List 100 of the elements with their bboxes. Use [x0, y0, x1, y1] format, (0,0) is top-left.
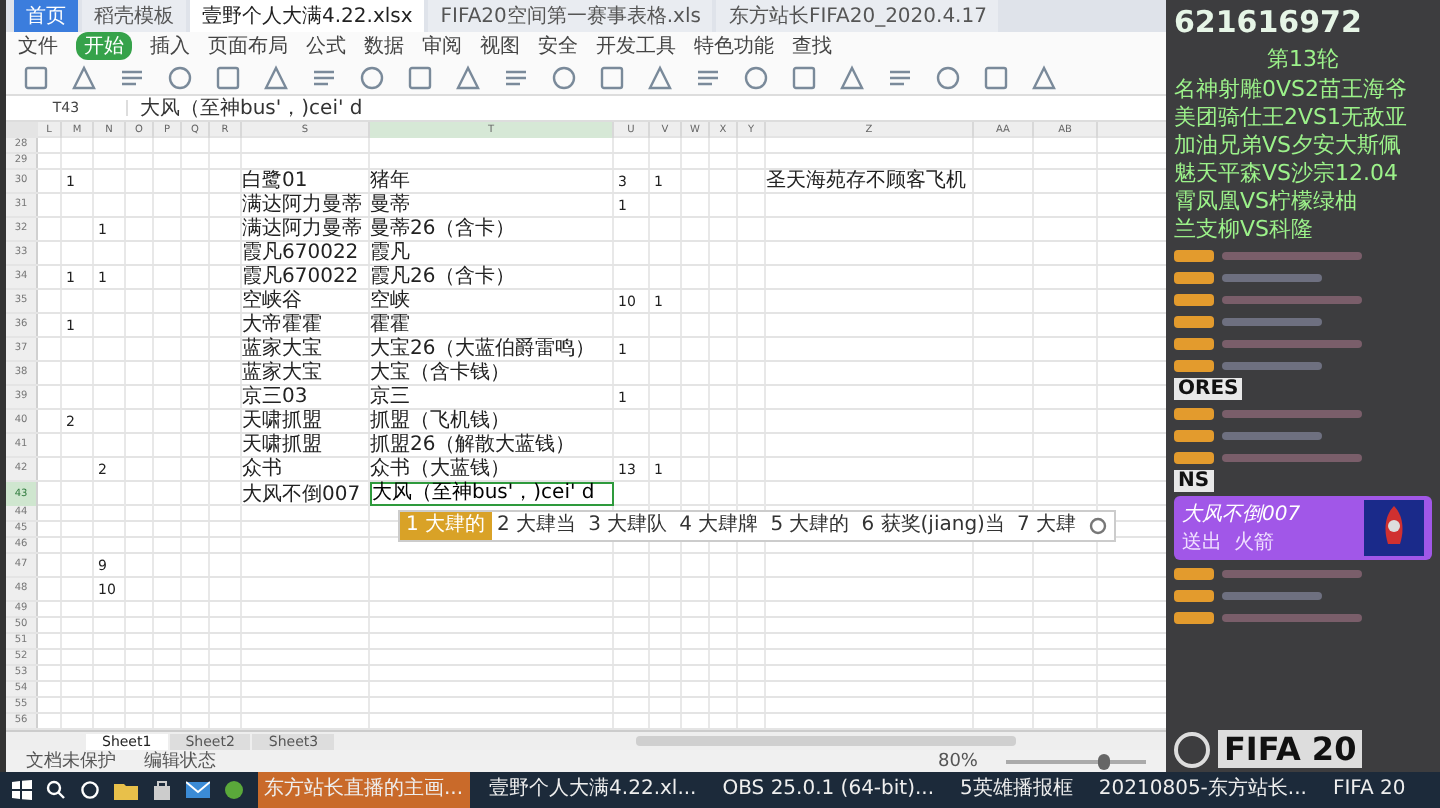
gift-user: 大风不倒007: [1182, 501, 1301, 528]
candidate-option[interactable]: 3 大肆队: [582, 512, 674, 541]
candidate-option[interactable]: 4 大肆牌: [673, 512, 765, 541]
table-cell: 蓝家大宝: [242, 338, 322, 361]
document-tab[interactable]: 壹野个人大满4.22.xlsx: [190, 0, 425, 32]
chat-message-bar: [1222, 295, 1362, 303]
circle-icon: [80, 780, 100, 800]
table-cell: 抓盟（飞机钱）: [370, 410, 510, 433]
table-cell: 白鹭01: [242, 170, 308, 193]
document-tab[interactable]: 首页: [14, 0, 78, 32]
user-badge: [1174, 293, 1214, 305]
user-badge: [1174, 567, 1214, 579]
table-cell: 众书（大蓝钱）: [370, 458, 510, 481]
document-tab[interactable]: 稻壳模板: [82, 0, 186, 32]
user-badge: [1174, 429, 1214, 441]
protection-status: 文档未保护: [26, 749, 116, 772]
menu-tab[interactable]: 开发工具: [596, 32, 676, 60]
taskbar-item[interactable]: 壹野个人大满4.22.xl...: [483, 772, 703, 808]
table-cell: 曼蒂: [370, 194, 410, 217]
document-tab[interactable]: 东方站长FIFA20_2020.4.17: [716, 0, 999, 32]
square-icon: [214, 63, 242, 92]
table-cell: 曼蒂26（含卡）: [370, 218, 516, 241]
menu-tab[interactable]: 插入: [150, 32, 190, 60]
triangle-icon: [70, 63, 98, 92]
table-cell: 众书: [242, 458, 282, 481]
square-icon: [982, 63, 1010, 92]
table-cell: 霞凡670022: [242, 242, 359, 265]
taskbar-item[interactable]: 东方站长直播的主画...: [258, 772, 470, 808]
table-cell: 京三03: [242, 386, 308, 409]
table-cell: 京三: [370, 386, 410, 409]
candidate-option[interactable]: 7 大肆: [1010, 512, 1082, 541]
match-line: 魅天平森VS沙宗12.04: [1174, 162, 1400, 186]
triangle-icon: [646, 63, 674, 92]
table-cell: 大宝26（大蓝伯爵雷鸣）: [370, 338, 596, 361]
triangle-icon: [262, 63, 290, 92]
taskbar-item[interactable]: 20210805-东方站长...: [1092, 772, 1313, 808]
match-line: 名神射雕0VS2苗王海爷: [1174, 78, 1410, 102]
menu-tab[interactable]: 开始: [76, 32, 132, 60]
menu-tab[interactable]: 查找: [792, 32, 832, 60]
chat-message-bar: [1222, 613, 1362, 621]
game-text: NS: [1174, 470, 1214, 492]
menu-tab[interactable]: 特色功能: [694, 32, 774, 60]
chat-message-bar: [1222, 273, 1322, 281]
circle-icon: [166, 63, 194, 92]
match-line: 霄凤凰VS柠檬绿柚: [1174, 190, 1360, 214]
windows-icon: [12, 780, 32, 800]
candidate-option[interactable]: 6 获奖(jiang)当: [855, 512, 1011, 541]
cell-input[interactable]: 大风（至神bus'，)cei' d: [370, 482, 614, 507]
folder-icon: [114, 780, 138, 800]
candidate-option[interactable]: 5 大肆的: [764, 512, 856, 541]
user-badge: [1174, 315, 1214, 327]
table-cell: 天啸抓盟: [242, 434, 322, 457]
menu-tab[interactable]: 视图: [480, 32, 520, 60]
game-text: ORES: [1174, 378, 1243, 400]
circle-icon: [742, 63, 770, 92]
search-icon: [46, 780, 66, 800]
menu-tab[interactable]: 审阅: [422, 32, 462, 60]
menu-tab[interactable]: 安全: [538, 32, 578, 60]
circle-icon: [550, 63, 578, 92]
table-cell: 霞凡: [370, 242, 410, 265]
rocket-icon: [1364, 500, 1424, 556]
table-cell: 空峡: [370, 290, 410, 313]
taskbar-item[interactable]: OBS 25.0.1 (64-bit)...: [716, 772, 941, 808]
user-badge: [1174, 249, 1214, 261]
table-cell: 空峡谷: [242, 290, 302, 313]
chat-message-bar: [1222, 251, 1362, 259]
menu-tab[interactable]: 公式: [306, 32, 346, 60]
menu-tab[interactable]: 页面布局: [208, 32, 288, 60]
taskbar-item[interactable]: 5英雄播报框: [954, 772, 1079, 808]
formula-field[interactable]: 大风（至神bus'，)cei' d: [140, 94, 363, 123]
round-title: 第13轮: [1265, 44, 1341, 74]
table-cell: 霞凡26（含卡）: [370, 266, 516, 289]
chat-message-bar: [1222, 361, 1322, 369]
chat-message-bar: [1222, 569, 1362, 577]
menu-tab[interactable]: 数据: [364, 32, 404, 60]
taskbar-item[interactable]: FIFA 20: [1326, 772, 1412, 808]
candidate-option[interactable]: 2 大肆当: [491, 512, 583, 541]
gift-item: 火箭: [1234, 529, 1274, 556]
slider-thumb[interactable]: [1098, 753, 1110, 769]
gift-action: 送出: [1182, 529, 1222, 556]
table-cell: 圣天海苑存不顾客飞机: [766, 170, 966, 193]
menu-tab[interactable]: 文件: [18, 32, 58, 60]
match-line: 兰支柳VS科隆: [1174, 218, 1316, 242]
table-cell: 大宝（含卡钱）: [370, 362, 510, 385]
table-cell: 大帝霍霍: [242, 314, 322, 337]
zoom-value: 80%: [937, 751, 978, 771]
circle-icon: [934, 63, 962, 92]
room-number: 621616972: [1174, 4, 1364, 40]
triangle-icon: [1030, 63, 1058, 92]
chat-message-bar: [1222, 317, 1322, 325]
chat-message-bar: [1222, 339, 1362, 347]
user-badge: [1174, 359, 1214, 371]
settings-icon: [1088, 516, 1108, 537]
user-badge: [1174, 451, 1214, 463]
horizontal-scrollbar[interactable]: [636, 736, 1017, 747]
chat-message-bar: [1222, 409, 1362, 417]
chat-message-bar: [1222, 591, 1322, 599]
circle-icon: [358, 63, 386, 92]
square-icon: [22, 63, 50, 92]
document-tab[interactable]: FIFA20空间第一赛事表格.xls: [428, 0, 713, 32]
